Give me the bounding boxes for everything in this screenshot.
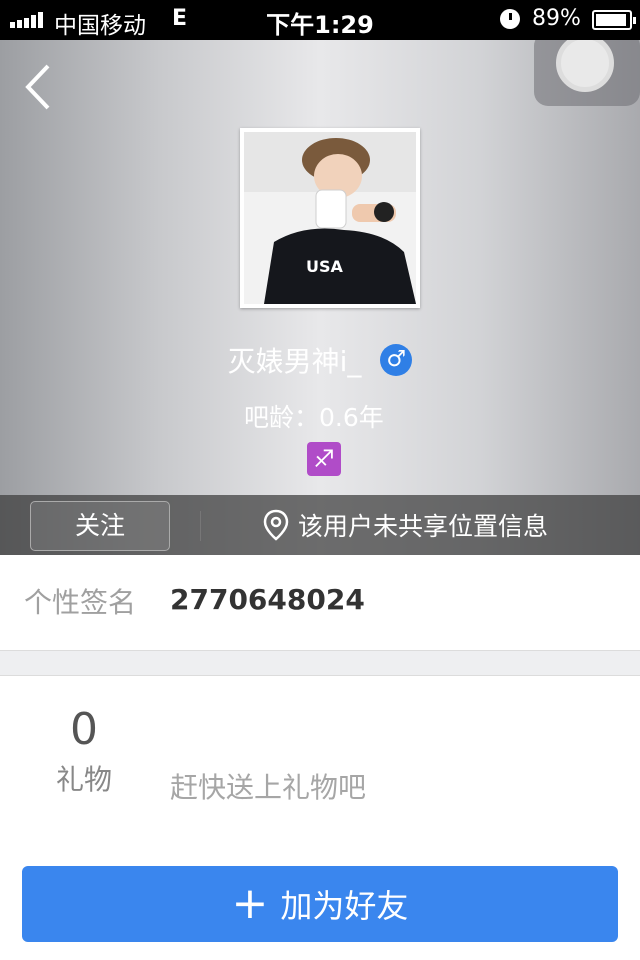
location-pin-icon: [263, 509, 289, 541]
gift-label: 礼物: [55, 763, 112, 796]
username-row: 灭婊男神i_ ♂: [0, 340, 640, 380]
gift-section: 0 礼物 赶快送上礼物吧 + 加为好友: [0, 676, 640, 960]
signature-label: 个性签名: [24, 586, 137, 619]
back-arrow-icon[interactable]: [22, 62, 62, 112]
status-bar: 中国移动 E 下午1:29 89%: [0, 0, 640, 40]
plus-icon: +: [231, 878, 269, 929]
forum-age: 吧龄：0.6年: [244, 403, 384, 432]
add-friend-label: 加为好友: [280, 887, 409, 925]
male-icon: ♂: [380, 344, 413, 376]
sagittarius-icon: ♐: [307, 442, 341, 476]
location-text: 该用户未共享位置信息: [298, 512, 549, 541]
battery-percent: 89%: [532, 6, 581, 31]
signature-value: 2770648024: [170, 583, 365, 616]
section-separator: [0, 650, 640, 676]
add-friend-button[interactable]: + 加为好友: [22, 866, 618, 942]
avatar-photo: USA: [244, 132, 416, 304]
profile-header: USA 灭婊男神i_ ♂ 吧龄：0.6年 ♐ 关注 该用户未共享位置信息: [0, 40, 640, 555]
signature-row: 个性签名 2770648024: [0, 555, 640, 650]
username: 灭婊男神i_: [227, 345, 362, 378]
assistive-touch-button[interactable]: [534, 40, 640, 106]
clock-icon: [500, 9, 520, 29]
gift-count: 0: [70, 704, 98, 755]
location-info: 该用户未共享位置信息: [262, 507, 548, 543]
battery-icon: [592, 10, 636, 30]
follow-button[interactable]: 关注: [30, 501, 170, 551]
svg-text:USA: USA: [306, 257, 344, 276]
assistive-touch-icon: [556, 40, 614, 92]
divider: [200, 511, 201, 541]
avatar[interactable]: USA: [240, 128, 420, 308]
gift-hint[interactable]: 赶快送上礼物吧: [170, 766, 366, 806]
action-bar: 关注 该用户未共享位置信息: [0, 495, 640, 555]
